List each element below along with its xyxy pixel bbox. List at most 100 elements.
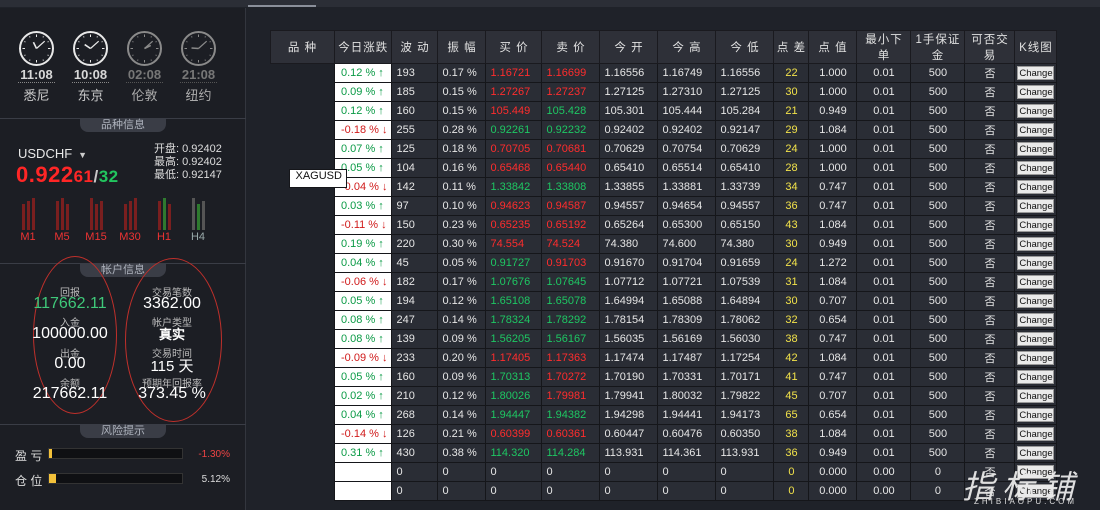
table-row[interactable]: AUDUSD0.07 % ↑1250.18 %0.707050.706810.7… [271, 139, 1058, 188]
min-lot-cell: 0.01 [856, 215, 912, 235]
column-header[interactable]: 今 低 [715, 30, 775, 64]
strength-bars [117, 196, 143, 230]
table-row[interactable]: EURNZD0.08 % ↑2470.14 %1.783241.782921.7… [271, 168, 1058, 330]
change-chart-button[interactable]: Change [1017, 294, 1055, 308]
high-cell: 1.80032 [657, 386, 717, 406]
bid-cell: 1.94447 [485, 405, 543, 425]
column-header[interactable]: 1手保证金 [910, 30, 966, 64]
table-row[interactable]: XAUUSD000000000.0000.000否Change [271, 168, 1058, 482]
table-row[interactable]: GBPUSD0.09 % ↑1850.15 %1.272671.272371.2… [271, 82, 1058, 188]
table-row[interactable]: GBPAUD0.02 % ↑2100.12 %1.800261.799811.7… [271, 168, 1058, 406]
timeframe-M1[interactable]: M1 [15, 196, 41, 243]
left-panel: 11:08 悉尼 10:08 东京 02:08 伦敦 21:08 纽约 品种信息 USDCHF… [0, 8, 246, 510]
table-row[interactable]: XAGUSD 0 0 0 0 0 0 0 0 0.000 0.00 0 否 Change [271, 168, 1058, 501]
change-cell [333, 481, 393, 501]
change-chart-button[interactable]: Change [1017, 161, 1055, 175]
bid-cell: 0.91727 [485, 253, 543, 273]
change-chart-button[interactable]: Change [1017, 275, 1055, 289]
ask-cell: 0.60361 [541, 424, 601, 444]
bid-cell: 1.17405 [485, 348, 543, 368]
change-chart-button[interactable]: Change [1017, 313, 1055, 327]
active-tab-indicator[interactable] [248, 0, 316, 7]
column-header[interactable]: 点 值 [808, 30, 858, 64]
change-chart-button[interactable]: Change [1017, 389, 1055, 403]
ohl-block: 开盘: 0.92402 最高: 0.92402 最低: 0.92147 [154, 143, 222, 182]
change-chart-button[interactable]: Change [1017, 446, 1055, 460]
change-chart-button[interactable]: Change [1017, 408, 1055, 422]
change-chart-button[interactable]: Change [1017, 180, 1055, 194]
table-row[interactable]: NZDCHF-0.14 % ↓1260.21 %0.603990.603610.… [271, 168, 1058, 444]
column-header[interactable]: 品 种 [270, 30, 335, 64]
column-header[interactable]: 买 价 [485, 30, 543, 64]
table-row[interactable]: EURAUD0.05 % ↑1940.12 %1.651081.650781.6… [271, 168, 1058, 311]
timeframe-M30[interactable]: M30 [117, 196, 143, 243]
table-row[interactable]: EURUSD0.12 % ↑1930.17 %1.167211.166991.1… [271, 63, 1058, 188]
column-header[interactable]: 今 高 [657, 30, 717, 64]
change-chart-button[interactable]: Change [1017, 123, 1055, 137]
volatility-cell: 268 [391, 405, 439, 425]
change-chart-button[interactable]: Change [1017, 351, 1055, 365]
change-chart-button[interactable]: Change [1017, 218, 1055, 232]
column-header[interactable]: 卖 价 [541, 30, 601, 64]
table-row[interactable]: EURGBP0.04 % ↑450.05 %0.917270.917030.91… [271, 168, 1058, 273]
point-value-cell: 0.949 [808, 101, 858, 121]
clock-face-icon [127, 31, 162, 66]
change-cell: -0.09 % ↓ [333, 348, 393, 368]
column-header[interactable]: 今 开 [599, 30, 659, 64]
table-row[interactable]: USDCAD-0.04 % ↓1420.11 %1.338421.338081.… [271, 168, 1058, 197]
table-row[interactable]: USDJPY0.12 % ↑1600.15 %105.449105.428105… [271, 101, 1058, 188]
change-chart-button[interactable]: Change [1017, 66, 1055, 80]
bid-cell: 1.33842 [485, 177, 543, 197]
strength-bar [201, 201, 205, 230]
min-lot-cell: 0.01 [856, 158, 912, 178]
margin-cell: 500 [910, 348, 966, 368]
change-chart-button[interactable]: Change [1017, 370, 1055, 384]
timeframe-H1[interactable]: H1 [151, 196, 177, 243]
table-row[interactable]: NZDUSD0.05 % ↑1040.16 %0.654680.654400.6… [271, 158, 1058, 188]
change-chart-button[interactable]: Change [1017, 332, 1055, 346]
min-lot-cell: 0.01 [856, 196, 912, 216]
timeframe-H4[interactable]: H4 [185, 196, 211, 243]
change-chart-button[interactable]: Change [1017, 104, 1055, 118]
open-cell: 0.92402 [599, 120, 659, 140]
table-row[interactable]: EURCHF-0.06 % ↓1820.17 %1.076761.076451.… [271, 168, 1058, 292]
column-header[interactable]: 最小下单 [856, 30, 912, 64]
clock-city: 伦敦 [131, 88, 158, 103]
change-chart-button[interactable]: Change [1017, 237, 1055, 251]
change-cell: 0.08 % ↑ [333, 310, 393, 330]
strength-bar [128, 201, 132, 230]
table-row[interactable]: GBPCAD0.05 % ↑1600.09 %1.703131.702721.7… [271, 168, 1058, 387]
change-cell: 0.05 % ↑ [333, 367, 393, 387]
change-chart-button[interactable]: Change [1017, 256, 1055, 270]
table-row[interactable]: AUDJPY0.19 % ↑2200.30 %74.55474.52474.38… [271, 168, 1058, 254]
high-cell: 0.94654 [657, 196, 717, 216]
clock-2: 02:08 伦敦 [126, 30, 163, 104]
high-cell: 0.60476 [657, 424, 717, 444]
timeframe-M5[interactable]: M5 [49, 196, 75, 243]
timeframe-M15[interactable]: M15 [83, 196, 109, 243]
change-chart-button[interactable]: Change [1017, 142, 1055, 156]
table-row[interactable]: AUDCAD0.03 % ↑970.10 %0.946230.945870.94… [271, 168, 1058, 216]
ask-cell: 0.70681 [541, 139, 601, 159]
change-value: 0.08 % [341, 314, 376, 326]
table-row[interactable]: GBPNZD0.04 % ↑2680.14 %1.944471.943821.9… [271, 168, 1058, 425]
column-header[interactable]: K线图 [1014, 30, 1058, 64]
table-row[interactable]: USDCHF-0.18 % ↓2550.28 %0.922610.922320.… [271, 120, 1058, 188]
change-chart-button[interactable]: Change [1017, 85, 1055, 99]
strength-bars [83, 196, 109, 230]
change-chart-button[interactable]: Change [1017, 427, 1055, 441]
change-value: 0.31 % [341, 447, 376, 459]
column-header[interactable]: 波 动 [391, 30, 439, 64]
symbol-selector[interactable]: USDCHF ▼ [18, 146, 87, 161]
min-lot-cell: 0.01 [856, 424, 912, 444]
table-row[interactable]: GBPCHF-0.09 % ↓2330.20 %1.174051.173631.… [271, 168, 1058, 368]
table-row[interactable]: AUDCHF-0.11 % ↓1500.23 %0.652350.651920.… [271, 168, 1058, 235]
column-header[interactable]: 振 幅 [437, 30, 487, 64]
change-chart-button[interactable]: Change [1017, 199, 1055, 213]
column-header[interactable]: 今日涨跌 [333, 30, 393, 64]
chevron-down-icon[interactable]: ▼ [78, 150, 87, 160]
column-header[interactable]: 可否交易 [964, 30, 1016, 64]
column-header[interactable]: 点 差 [773, 30, 810, 64]
table-row[interactable]: EURCAD0.08 % ↑1390.09 %1.562051.561671.5… [271, 168, 1058, 349]
table-row[interactable]: CHFJPY0.31 % ↑4300.38 %114.320114.284113… [271, 168, 1058, 463]
